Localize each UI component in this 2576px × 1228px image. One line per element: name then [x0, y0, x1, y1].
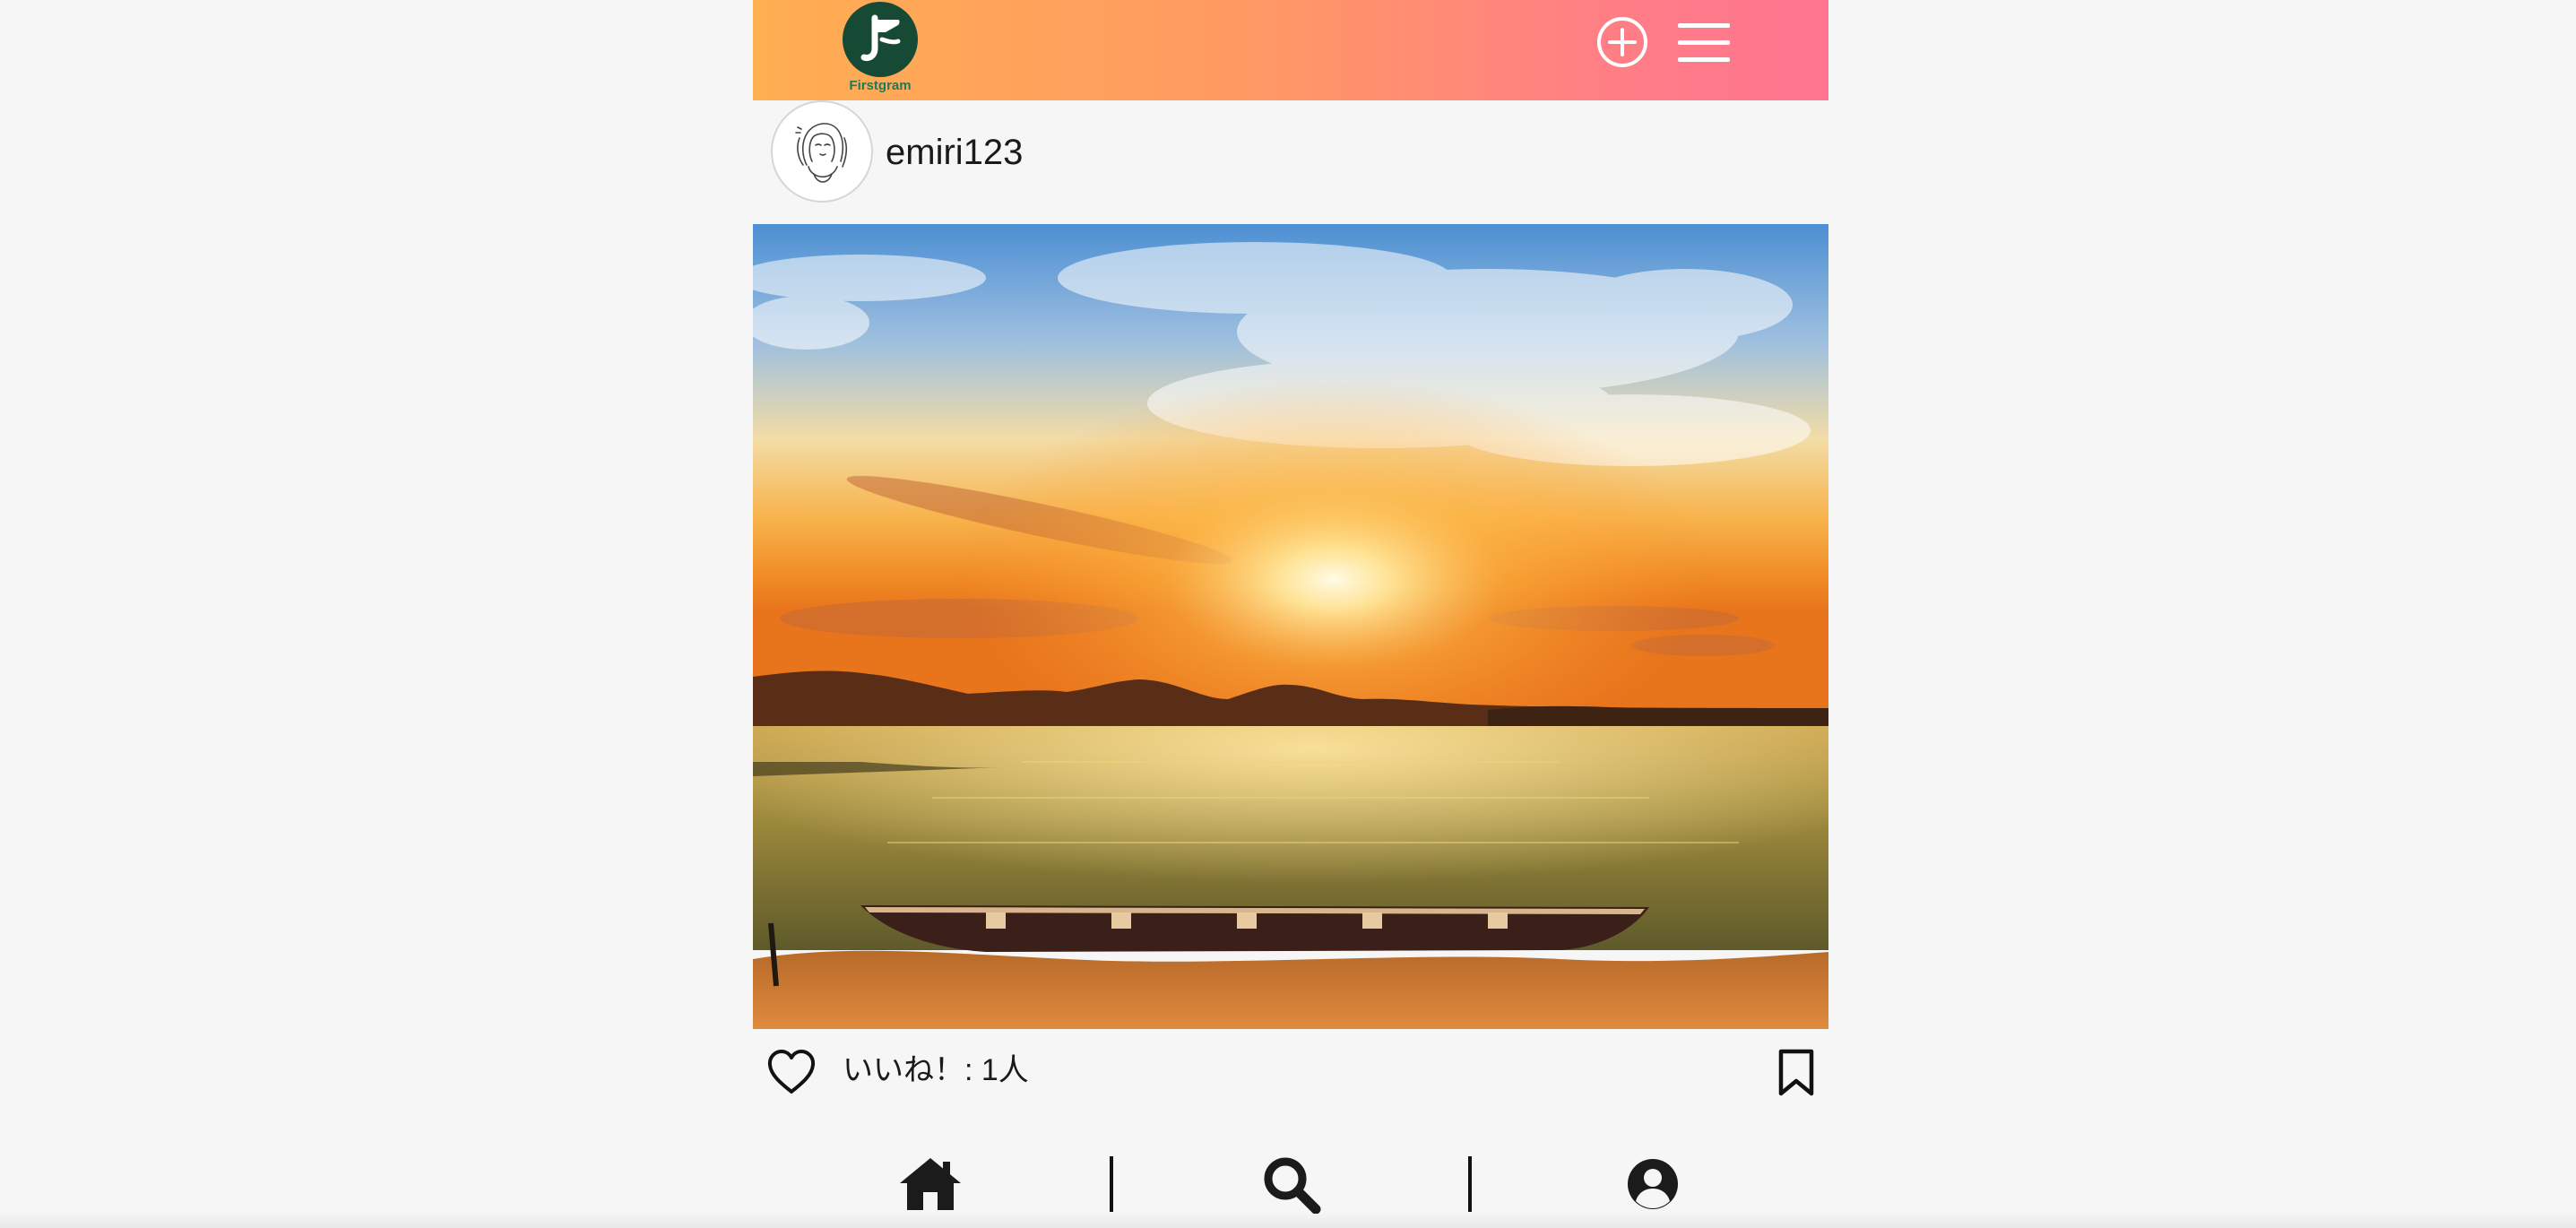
bookmark-outline-icon	[1778, 1049, 1814, 1096]
nav-divider	[1110, 1156, 1113, 1212]
sunset-lake-boat-photo	[753, 224, 1828, 1029]
post-username[interactable]: emiri123	[886, 131, 1023, 174]
home-icon	[900, 1158, 961, 1210]
user-sketch-avatar	[795, 123, 847, 183]
nav-home[interactable]	[898, 1154, 963, 1214]
nav-divider	[1468, 1156, 1472, 1212]
plus-circle-icon	[1597, 17, 1647, 67]
menu-button[interactable]	[1676, 18, 1733, 68]
logo-mark	[843, 2, 918, 77]
like-button[interactable]	[765, 1047, 817, 1097]
bookmark-button[interactable]	[1776, 1049, 1816, 1097]
search-icon	[1264, 1157, 1321, 1215]
hamburger-menu-icon	[1678, 23, 1730, 62]
heart-outline-icon	[767, 1050, 816, 1094]
avatar[interactable]	[771, 100, 873, 203]
nav-profile[interactable]	[1621, 1154, 1685, 1214]
logo-glyph-icon	[860, 14, 901, 61]
likes-count: いいね！: 1人	[843, 1053, 1029, 1087]
firstgram-logo[interactable]: Firstgram	[843, 2, 918, 95]
nav-search[interactable]	[1260, 1154, 1325, 1215]
user-circle-icon	[1628, 1159, 1678, 1209]
app-container: Firstgram emiri123 いいね！: 1人	[753, 0, 1828, 1228]
post-image[interactable]	[753, 224, 1828, 1029]
add-post-button[interactable]	[1595, 15, 1649, 69]
top-header: Firstgram	[753, 0, 1828, 100]
bottom-nav	[753, 1138, 1828, 1228]
logo-text: Firstgram	[849, 78, 912, 93]
